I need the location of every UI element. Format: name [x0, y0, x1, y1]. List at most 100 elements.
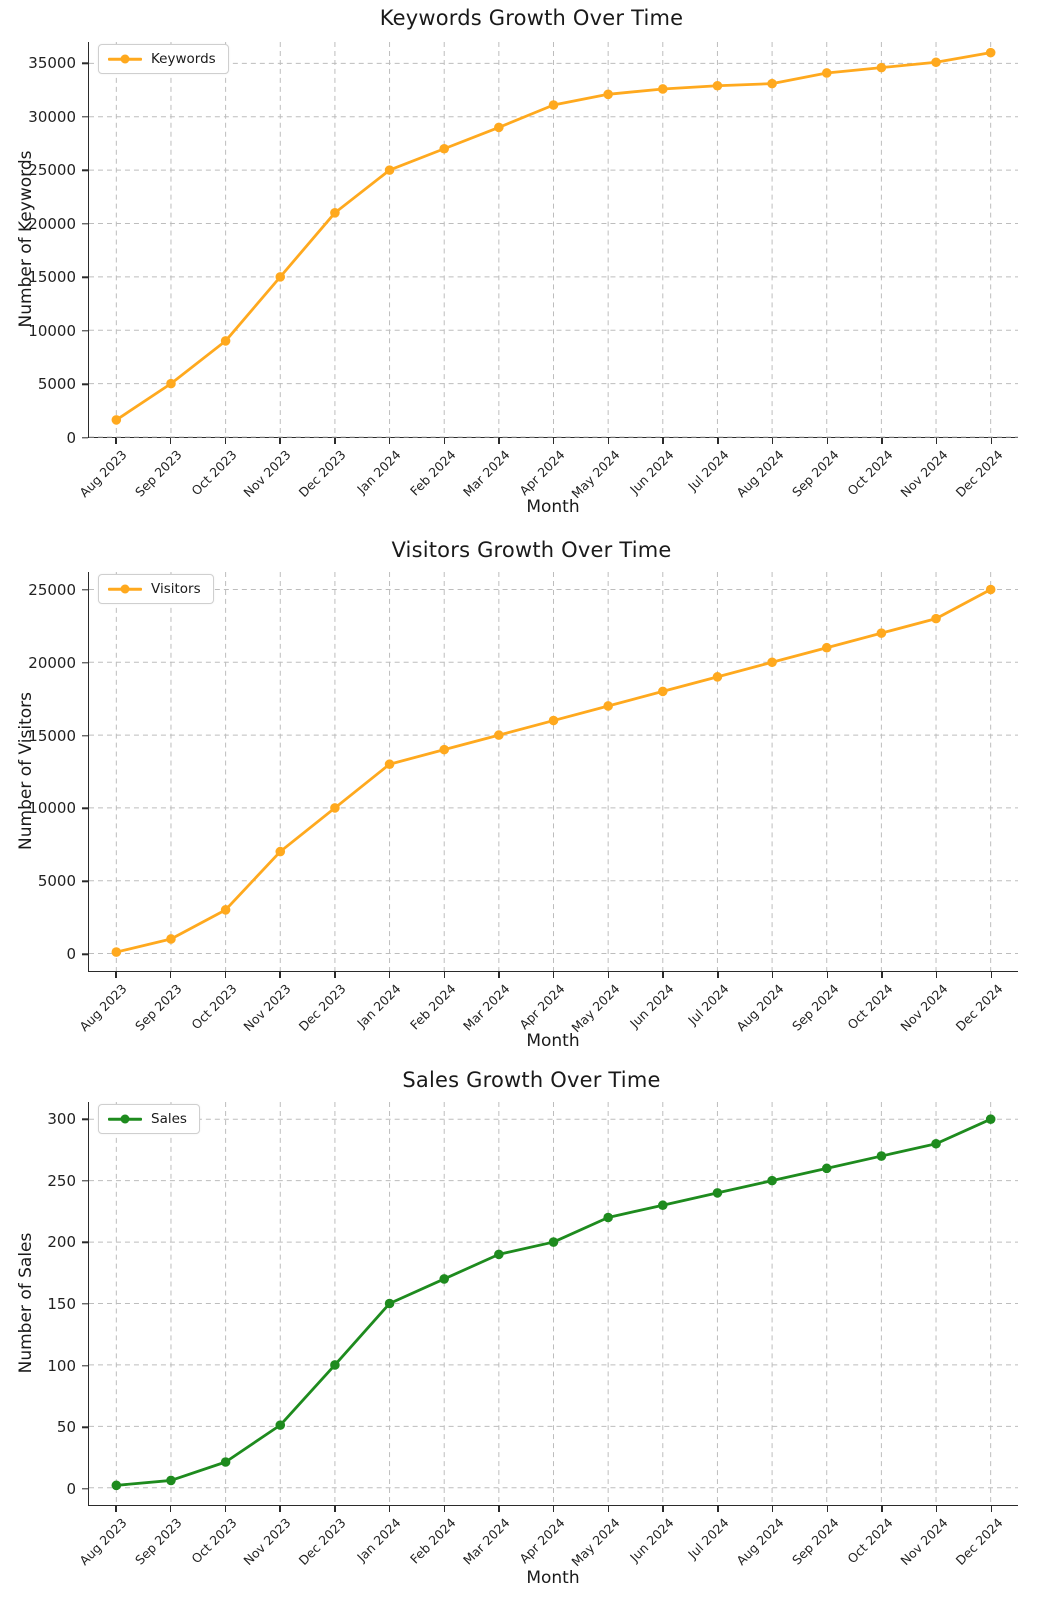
y-tick-label: 150	[47, 1295, 76, 1313]
legend-label-keywords: Keywords	[151, 51, 216, 67]
y-tick-label: 300	[47, 1110, 76, 1129]
y-tick-mark	[82, 1180, 88, 1182]
x-tick-mark	[553, 438, 555, 444]
x-tick-mark	[115, 972, 117, 978]
x-tick-mark	[334, 1506, 336, 1512]
x-tick-mark	[498, 972, 500, 978]
plot-area-visitors	[88, 572, 1018, 972]
x-tick-mark	[334, 438, 336, 444]
x-tick-mark	[553, 1506, 555, 1512]
y-tick-mark	[82, 62, 88, 65]
plot-area-keywords	[88, 42, 1018, 438]
legend-swatch-keywords	[108, 53, 142, 65]
legend-swatch-visitors	[108, 583, 142, 595]
legend-label-visitors: Visitors	[151, 581, 201, 597]
y-axis-label-sales: Number of Sales	[16, 1232, 36, 1374]
x-tick-mark	[115, 438, 117, 444]
legend-sales[interactable]: Sales	[98, 1104, 200, 1134]
x-tick-mark	[717, 972, 719, 978]
x-tick-mark	[279, 1506, 281, 1512]
y-tick-mark	[82, 953, 88, 956]
x-tick-mark	[662, 438, 664, 444]
y-tick-mark	[82, 223, 88, 225]
y-tick-label: 50	[56, 1418, 76, 1437]
chart-title-keywords: Keywords Growth Over Time	[379, 6, 684, 30]
y-tick-mark	[82, 807, 88, 810]
x-tick-mark	[662, 972, 664, 978]
y-tick-label: 100	[47, 1356, 76, 1375]
y-tick-label: 250	[47, 1171, 76, 1190]
x-tick-mark	[826, 972, 828, 978]
y-tick-mark	[82, 330, 88, 332]
y-tick-label: 25000	[28, 580, 76, 599]
x-tick-mark	[935, 438, 938, 444]
x-tick-mark	[498, 438, 500, 444]
x-tick-mark	[771, 1506, 774, 1512]
x-tick-mark	[826, 438, 828, 444]
x-tick-mark	[443, 438, 445, 444]
figure-canvas: Keywords Growth Over Time 0 5000 10000 150 0…	[0, 0, 1063, 1600]
y-tick-mark	[82, 1241, 88, 1244]
chart-title-visitors: Visitors Growth Over Time	[391, 538, 672, 562]
x-tick-mark	[334, 972, 336, 978]
y-axis-label-keywords: Number of Keywords	[16, 150, 36, 328]
y-tick-label: 5000	[37, 872, 76, 891]
x-tick-mark	[170, 972, 172, 978]
x-tick-mark	[279, 438, 281, 444]
x-tick-mark	[717, 1506, 719, 1512]
data-series-visitors	[111, 584, 996, 957]
x-tick-mark	[662, 1506, 664, 1512]
y-tick-mark	[82, 276, 88, 279]
x-tick-mark	[826, 1506, 828, 1512]
y-tick-mark	[82, 661, 88, 664]
x-tick-mark	[388, 1506, 391, 1512]
x-tick-mark	[170, 438, 172, 444]
y-tick-mark	[82, 1364, 88, 1367]
legend-keywords[interactable]: Keywords	[98, 44, 229, 74]
y-tick-mark	[82, 880, 88, 883]
x-tick-mark	[607, 972, 610, 978]
x-tick-mark	[771, 972, 774, 978]
y-tick-label: 0	[66, 1479, 76, 1498]
y-tick-mark	[82, 437, 88, 439]
x-tick-mark	[388, 438, 391, 444]
chart-panel-keywords: Keywords Growth Over Time 0 5000 10000 1500…	[0, 0, 1063, 520]
x-axis-label-keywords: Month	[526, 497, 580, 517]
x-tick-mark	[935, 972, 938, 978]
x-tick-mark	[553, 972, 555, 978]
plot-area-sales	[88, 1102, 1018, 1506]
x-tick-mark	[170, 1506, 172, 1512]
x-tick-mark	[443, 1506, 445, 1512]
y-axis-label-visitors: Number of Visitors	[16, 692, 36, 850]
y-tick-mark	[82, 116, 88, 118]
chart-panel-sales: Sales Growth Over Time 0 50 100 150 200 250 30…	[0, 1050, 1063, 1600]
x-tick-mark	[607, 1506, 610, 1512]
y-tick-mark	[82, 588, 88, 591]
y-tick-mark	[82, 1303, 88, 1305]
data-series-sales	[111, 1114, 996, 1491]
x-axis-label-visitors: Month	[526, 1031, 580, 1051]
y-tick-label: 10000	[28, 799, 76, 818]
x-tick-mark	[498, 1506, 500, 1512]
legend-swatch-sales	[108, 1113, 142, 1125]
legend-visitors[interactable]: Visitors	[98, 574, 214, 604]
x-tick-mark	[881, 438, 883, 444]
legend-label-sales: Sales	[151, 1111, 187, 1127]
x-tick-mark	[607, 438, 610, 444]
y-tick-label: 200	[47, 1233, 76, 1252]
y-tick-mark	[82, 734, 88, 737]
x-tick-mark	[935, 1506, 938, 1512]
y-tick-label: 10000	[28, 321, 76, 340]
x-tick-mark	[717, 438, 719, 444]
x-tick-mark	[224, 438, 227, 444]
y-tick-label: 20000	[28, 653, 76, 672]
chart-panel-visitors: Visitors Growth Over Time 0 5000 10000 1500…	[0, 520, 1063, 1051]
x-tick-mark	[881, 1506, 883, 1512]
x-tick-mark	[990, 1506, 993, 1512]
y-tick-label: 0	[66, 429, 76, 447]
y-tick-mark	[82, 169, 88, 172]
x-axis-label-sales: Month	[526, 1568, 580, 1588]
chart-title-sales: Sales Growth Over Time	[402, 1068, 661, 1092]
y-tick-label: 5000	[37, 375, 76, 394]
x-tick-mark	[990, 438, 993, 444]
